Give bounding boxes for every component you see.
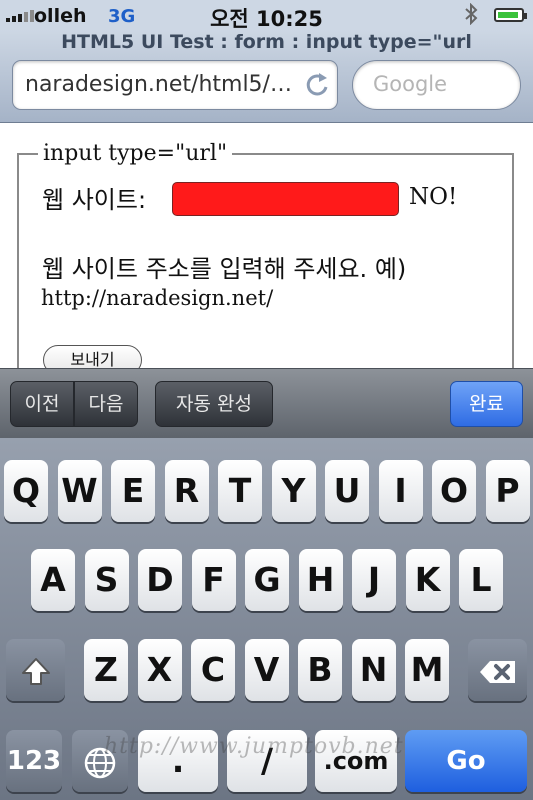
key-y[interactable]: Y <box>271 460 316 522</box>
url-text[interactable]: naradesign.net/html5/f... <box>25 72 295 97</box>
key-z[interactable]: Z <box>84 639 128 701</box>
key-o[interactable]: O <box>432 460 476 522</box>
key-k[interactable]: K <box>405 549 450 611</box>
battery-icon <box>494 8 527 22</box>
key-s[interactable]: S <box>84 549 129 611</box>
search-input[interactable] <box>371 71 505 97</box>
key-b[interactable]: B <box>298 639 342 701</box>
search-bar[interactable] <box>352 60 521 110</box>
validation-message: NO! <box>409 184 458 210</box>
example-url: http://naradesign.net/ <box>41 286 274 310</box>
key-l[interactable]: L <box>459 549 503 611</box>
key-g[interactable]: G <box>245 549 289 611</box>
bluetooth-icon <box>464 2 478 30</box>
backspace-key[interactable] <box>468 639 527 701</box>
help-text: 웹 사이트 주소를 입력해 주세요. 예) <box>42 255 407 283</box>
browser-header: HTML5 UI Test : form : input type="url n… <box>0 30 533 123</box>
shift-key[interactable] <box>6 639 65 701</box>
fieldset-legend: input type="url" <box>38 141 233 166</box>
key-r[interactable]: R <box>164 460 209 522</box>
backspace-icon <box>478 650 518 689</box>
keyboard: QWERTYUIOP ASDFGHJKL ZXCVBNM 123 . / .co… <box>0 438 533 800</box>
key-v[interactable]: V <box>244 639 289 701</box>
clock: 오전 10:25 <box>210 7 323 31</box>
page-content: input type="url" 웹 사이트: NO! 웹 사이트 주소를 입력… <box>0 123 533 383</box>
website-label: 웹 사이트: <box>42 186 147 214</box>
key-j[interactable]: J <box>352 549 396 611</box>
status-bar: olleh 3G 오전 10:25 <box>0 0 533 31</box>
key-p[interactable]: P <box>485 460 530 522</box>
url-input[interactable] <box>172 182 399 216</box>
key-i[interactable]: I <box>378 460 423 522</box>
key-u[interactable]: U <box>325 460 369 522</box>
autofill-button[interactable]: 자동 완성 <box>155 381 273 427</box>
key-x[interactable]: X <box>137 639 182 701</box>
watermark: http://www.jumptovb.net <box>104 734 404 759</box>
key-c[interactable]: C <box>191 639 235 701</box>
previous-button[interactable]: 이전 <box>10 381 74 427</box>
key-d[interactable]: D <box>138 549 182 611</box>
shift-icon <box>19 650 53 689</box>
key-w[interactable]: W <box>57 460 102 522</box>
url-bar[interactable]: naradesign.net/html5/f... <box>12 60 338 110</box>
key-q[interactable]: Q <box>4 460 48 522</box>
key-h[interactable]: H <box>298 549 343 611</box>
numbers-key[interactable]: 123 <box>6 730 62 792</box>
next-button[interactable]: 다음 <box>74 381 138 427</box>
page-title: HTML5 UI Test : form : input type="url <box>61 31 472 53</box>
key-m[interactable]: M <box>405 639 449 701</box>
key-t[interactable]: T <box>218 460 262 522</box>
key-e[interactable]: E <box>111 460 155 522</box>
reload-icon[interactable] <box>303 68 331 100</box>
key-a[interactable]: A <box>31 549 75 611</box>
form-assistant-bar: 이전 다음 자동 완성 완료 <box>0 368 533 439</box>
go-key[interactable]: Go <box>405 730 527 792</box>
key-f[interactable]: F <box>191 549 236 611</box>
key-n[interactable]: N <box>351 639 396 701</box>
done-button[interactable]: 완료 <box>450 381 523 427</box>
